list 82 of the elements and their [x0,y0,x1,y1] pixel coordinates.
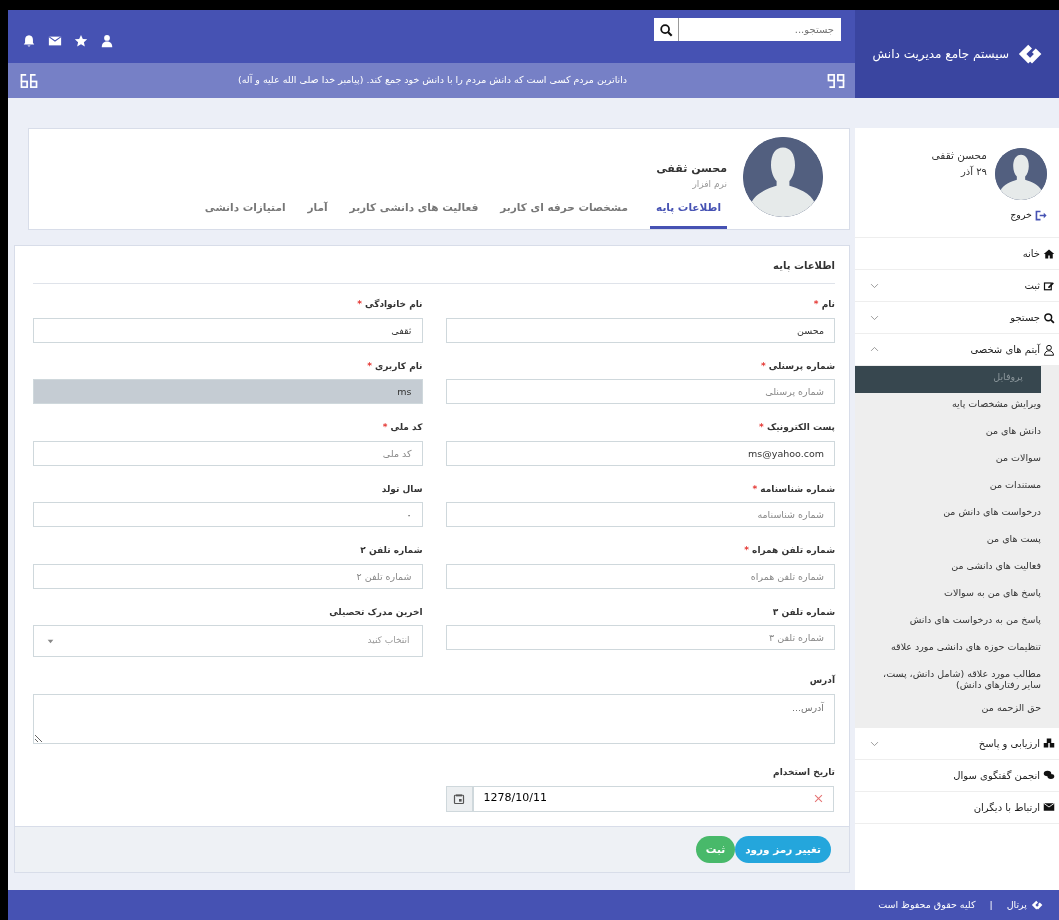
avatar [995,148,1047,200]
input-field[interactable]: ۰ [33,502,423,527]
submenu-item[interactable]: مستندات من [855,474,1059,501]
field-label: نام کاربری * [366,359,423,373]
field-label: اخرین مدرک تحصیلی [328,605,423,619]
submenu-item[interactable]: سوالات من [855,447,1059,474]
user-icon [100,33,114,48]
field-label: شماره تلفن همراه * [743,544,835,558]
input-field[interactable]: شماره پرسنلی [445,379,835,404]
input-field[interactable]: محسن [445,317,835,343]
profile-tab[interactable]: مشخصات حرفه ای کاربر [500,196,628,229]
search-icon [1043,311,1055,324]
calendar-icon [453,792,465,805]
field-label: تاریخ استخدام [772,766,835,780]
search-icon [659,22,673,37]
profile-role: نرم افزار [691,177,727,191]
logo-icon [1031,899,1045,911]
field-label: شماره شناسنامه * [751,482,835,496]
search-button[interactable] [654,18,679,41]
menu-item[interactable]: انجمن گفتگوی سوال [855,759,1059,792]
menu-item[interactable]: ثبت [855,270,1059,302]
submenu-item[interactable]: دانش های من [855,420,1059,447]
user-date: ۲۹ آذر [959,164,987,179]
profile-tab[interactable]: فعالیت های دانشی کاربر [349,196,479,229]
submenu-item[interactable]: مطالب مورد علاقه (شامل دانش، پست، سایر رفتارهای دانش) [855,663,1059,697]
submenu-item[interactable]: تنظیمات حوزه های دانشی مورد علاقه [855,636,1059,663]
edit-icon [1043,279,1055,292]
bell-icon [22,33,36,48]
user-icon [1043,343,1055,356]
comments-icon [1043,769,1055,782]
field-label: شماره تلفن ۲ [359,544,423,558]
input-field[interactable]: شماره تلفن ۳ [445,625,835,650]
input-field[interactable]: شماره تلفن همراه [445,563,835,589]
copyright-text: کلیه حقوق محفوظ است [878,897,976,912]
field-label: شماره تلفن ۳ [771,605,835,619]
profile-tab[interactable]: اطلاعات پایه [650,196,727,229]
field-label: پست الکترونیک * [758,421,835,435]
logout-link[interactable]: خروج [1010,208,1047,223]
section-title: اطلاعات پایه [33,258,835,284]
submenu-item[interactable]: درخواست های دانش من [855,501,1059,528]
envelope-icon [48,33,62,48]
menu-item[interactable]: جستجو [855,302,1059,334]
clear-icon [813,792,824,804]
input-field[interactable]: کد ملی [33,440,423,466]
field-label: آدرس [808,674,835,688]
submenu-item[interactable]: پست های من [855,528,1059,555]
submenu-item[interactable]: پاسخ من به درخواست های دانش [855,609,1059,636]
submenu-item[interactable]: فعالیت های دانشی من [855,555,1059,582]
submenu-item[interactable]: حق الزحمه من [855,696,1059,724]
profile-name: محسن ثقفی [655,161,727,177]
profile-tab[interactable]: آمار [307,196,328,229]
input-field[interactable]: ms@yahoo.com [445,440,835,466]
profile-tab[interactable]: امتیازات دانشی [204,196,286,229]
quote-icon [825,72,847,89]
field-label: کد ملی * [381,421,423,434]
quote-icon [18,72,40,89]
cubes-icon [1043,737,1055,750]
field-label: نام * [812,298,835,312]
brand-title: سیستم جامع مدیریت دانش [872,46,1009,63]
quote-text: داناترین مردم کسی است که دانش مردم را با دانش خود جمع کند. (پیامبر خدا صلی الله علیه و آله) [237,73,628,88]
menu-item[interactable]: ارتباط با دیگران [855,791,1059,824]
star-icon [74,33,88,48]
submenu-item[interactable]: ویرایش مشخصات پایه [855,393,1059,420]
portal-link[interactable]: پرتال [1006,897,1045,913]
home-icon [1043,247,1055,260]
menu-item[interactable]: ارزیابی و پاسخ [855,727,1059,760]
logout-icon [1034,208,1047,222]
input-field[interactable]: شماره تلفن ۲ [33,563,423,589]
input-field[interactable]: شماره شناسنامه [445,502,835,527]
search-field[interactable]: جستجو... [679,18,841,41]
field-label: سال تولد [380,482,423,496]
menu-item[interactable]: خانه [855,238,1059,270]
field-label: نام خانوادگی * [356,298,423,312]
date-field[interactable]: 1278/10/11 [472,785,834,812]
field-label: شماره پرسنلی * [759,359,835,373]
textarea-field[interactable]: آدرس... [33,693,835,744]
user-name: محسن ثقفی [931,148,987,164]
submenu-item[interactable]: پاسخ های من به سوالات [855,582,1059,609]
input-field[interactable]: ثقفی [33,317,423,343]
envelope-icon [1043,801,1055,814]
separator: | [989,897,993,912]
calendar-button[interactable] [445,785,473,812]
